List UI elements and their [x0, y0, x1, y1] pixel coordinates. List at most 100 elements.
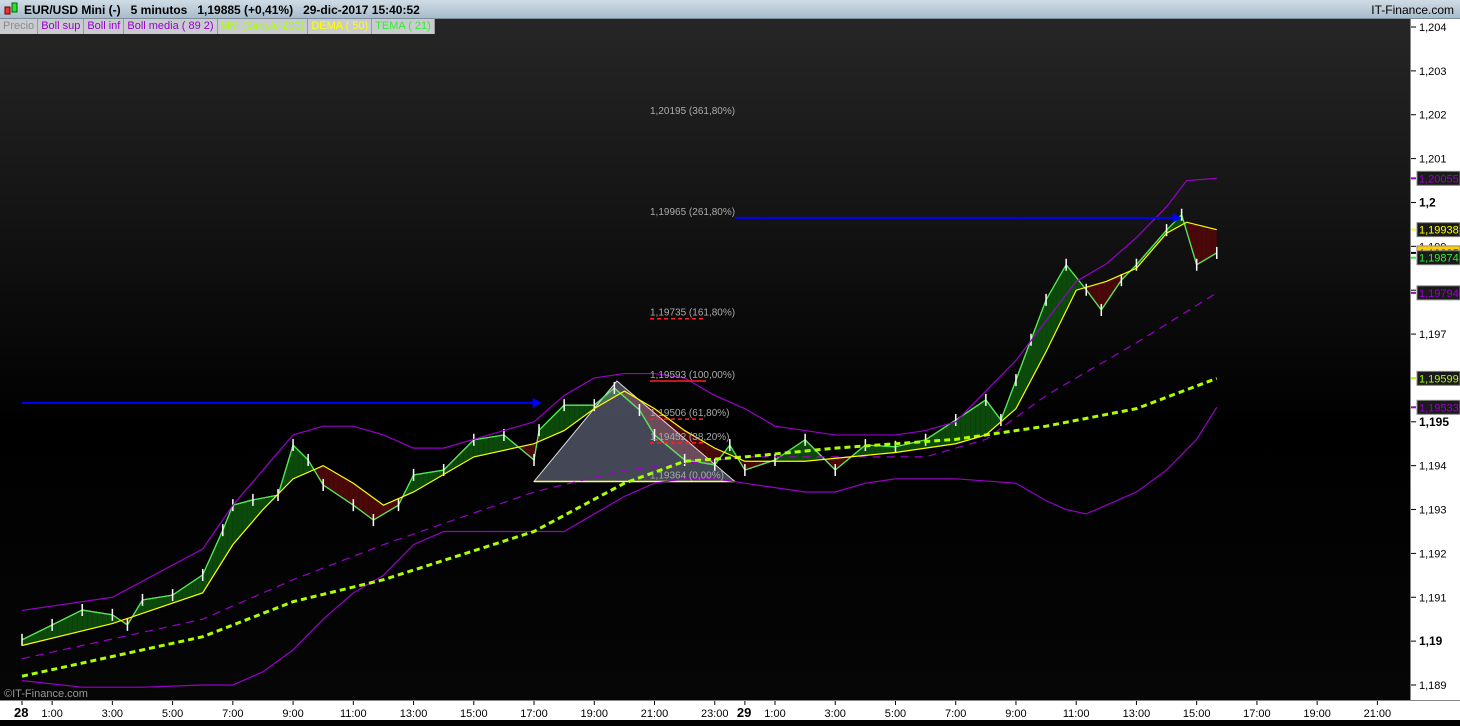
y-tick-label: 1,189 [1419, 680, 1447, 692]
trend-fill [493, 435, 499, 453]
trend-fill [92, 611, 98, 629]
trend-fill [885, 446, 891, 454]
x-tick-label: 19:00 [1303, 708, 1331, 720]
trend-fill [880, 445, 886, 454]
trend-fill [232, 503, 238, 545]
x-tick-label: 9:00 [1005, 708, 1026, 720]
x-tick-label: 13:00 [400, 708, 428, 720]
trend-fill [1010, 380, 1016, 414]
x-tick-label: 11:00 [340, 708, 367, 720]
trend-fill [67, 614, 73, 635]
y-tick-label: 1,202 [1419, 110, 1447, 122]
legend-item[interactable]: Precio [0, 19, 39, 34]
x-tick-label: 1:00 [41, 708, 62, 720]
fibonacci-label: 1,19735 (161,80%) [650, 308, 735, 319]
price-tag-label: 1,20055 [1419, 173, 1459, 185]
trend-fill [1206, 227, 1212, 259]
trend-fill [498, 434, 504, 452]
candlestick-icon [4, 2, 18, 15]
y-tick-label: 1,19 [1419, 634, 1443, 648]
title-bar: EUR/USD Mini (-) 5 minutos 1,19885 (+0,4… [0, 0, 1460, 19]
trend-fill [1196, 224, 1202, 265]
trend-fill [483, 437, 489, 455]
x-tick-label: 7:00 [945, 708, 966, 720]
x-tick-label: 11:00 [1063, 708, 1090, 720]
x-tick-label: 3:00 [825, 708, 846, 720]
x-tick-label: 17:00 [520, 708, 548, 720]
x-tick-label: 23:00 [701, 708, 729, 720]
price-tag-label: 1,19533 [1419, 402, 1459, 414]
y-tick-label: 1,194 [1419, 461, 1447, 473]
chart-title: EUR/USD Mini (-) 5 minutos 1,19885 (+0,4… [24, 3, 420, 17]
price-tag-label: 1,19938 [1419, 225, 1459, 237]
x-tick-label: 28 [14, 705, 28, 720]
watermark: ©IT-Finance.com [4, 688, 88, 700]
trend-fill [875, 445, 881, 455]
price-tag-label: 1,19794 [1419, 288, 1459, 300]
trend-fill [288, 445, 294, 484]
price-axis[interactable]: 1,2041,2031,2021,2011,21,1991,1981,1971,… [1410, 19, 1460, 700]
y-tick-label: 1,197 [1419, 329, 1447, 341]
y-tick-label: 1,204 [1419, 22, 1447, 34]
fibonacci-label: 1,19965 (261,80%) [650, 207, 735, 218]
x-tick-label: 17:00 [1243, 708, 1271, 720]
trend-fill [348, 480, 354, 506]
y-tick-label: 1,191 [1419, 592, 1447, 604]
legend-item[interactable]: MM (Simple 200) [217, 19, 309, 34]
time-axis[interactable]: 28 1:00 3:00 5:00 7:00 9:00 11:00 13:00 15:00 17:… [0, 700, 1460, 720]
x-tick-label: 13:00 [1123, 708, 1151, 720]
trend-fill [1211, 228, 1217, 256]
legend-item[interactable]: Boll media ( 89 2) [124, 19, 218, 34]
price-tag-label: 1,19599 [1419, 373, 1459, 385]
trend-fill [473, 438, 479, 457]
x-tick-label: 9:00 [282, 708, 303, 720]
trend-fill [97, 612, 103, 628]
y-tick-label: 1,2 [1419, 195, 1436, 209]
x-tick-label: 5:00 [885, 708, 906, 720]
indicator-legend: Precio Boll sup Boll inf Boll media ( 89 2)… [0, 19, 435, 35]
trend-fill [1191, 223, 1197, 265]
fibonacci-label: 1,19364 (0,00%) [650, 470, 724, 481]
trend-fill [1201, 225, 1207, 262]
trend-fill [478, 438, 484, 456]
trend-fill [488, 436, 494, 454]
x-tick-label: 21:00 [1364, 708, 1392, 720]
x-tick-label: 15:00 [460, 708, 488, 720]
trend-fill [102, 613, 108, 627]
legend-item[interactable]: TEMA ( 21) [372, 19, 435, 34]
x-tick-label: 7:00 [222, 708, 243, 720]
legend-item[interactable]: DEMA ( 50) [308, 19, 373, 34]
trend-fill [77, 609, 83, 633]
fibonacci-label: 1,19452 (38,20%) [650, 432, 730, 443]
price-chart[interactable]: 1,20195 (361,80%) 1,19965 (261,80%) 1,1973… [0, 19, 1410, 700]
x-tick-label: 19:00 [581, 708, 609, 720]
y-tick-label: 1,193 [1419, 505, 1447, 517]
trend-fill [82, 609, 88, 631]
trend-fill [980, 399, 986, 437]
x-tick-label: 5:00 [162, 708, 183, 720]
trend-fill [1066, 264, 1072, 311]
legend-item[interactable]: Boll sup [38, 19, 85, 34]
y-tick-label: 1,192 [1419, 548, 1447, 560]
chart-area[interactable]: 1,20195 (361,80%) 1,19965 (261,80%) 1,1973… [0, 19, 1410, 700]
brand-label: IT-Finance.com [1371, 3, 1454, 17]
trend-fill [343, 477, 349, 502]
fibonacci-label: 1,19593 (100,00%) [650, 370, 735, 381]
legend-item[interactable]: Boll inf [84, 19, 125, 34]
trend-fill [87, 610, 93, 630]
fibonacci-label: 1,19506 (61,80%) [650, 408, 730, 419]
y-tick-label: 1,203 [1419, 66, 1447, 78]
fibonacci-label: 1,20195 (361,80%) [650, 106, 735, 117]
trend-fill [975, 403, 981, 438]
trend-fill [318, 465, 324, 485]
trend-fill [970, 406, 976, 440]
trend-fill [870, 445, 876, 455]
x-tick-label: 1:00 [764, 708, 785, 720]
arrow-head-icon [532, 397, 542, 408]
trend-fill [72, 612, 78, 634]
trend-fill [142, 599, 148, 614]
trend-fill [338, 474, 344, 499]
price-tag-label: 1,19874 [1419, 253, 1459, 265]
x-tick-label: 3:00 [102, 708, 123, 720]
x-tick-label: 29 [737, 705, 751, 720]
